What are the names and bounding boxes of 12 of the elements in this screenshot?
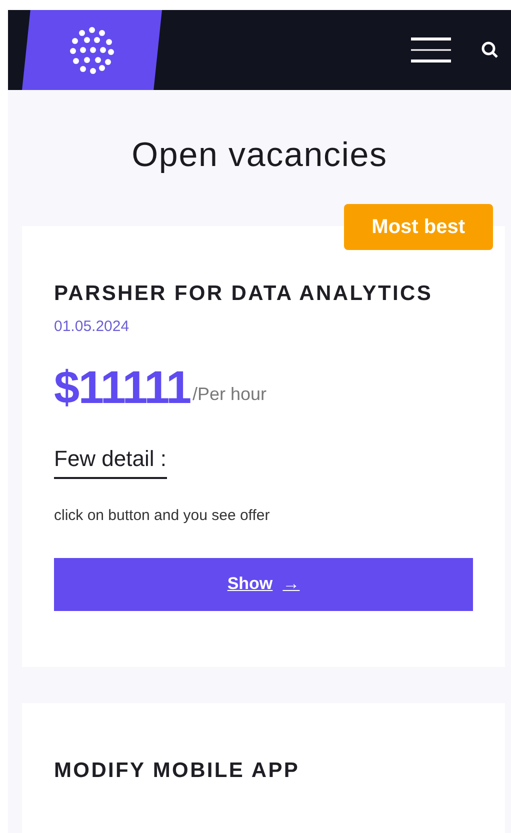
price: $11111: [54, 364, 190, 410]
search-icon[interactable]: [481, 41, 499, 59]
badge: Most best: [344, 204, 493, 250]
price-unit: /Per hour: [192, 383, 266, 406]
show-button[interactable]: Show →: [54, 558, 473, 610]
dotted-globe-icon: [67, 25, 117, 75]
job-title: PARSHER FOR DATA ANALYTICS: [54, 281, 434, 307]
job-date: 01.05.2024: [54, 316, 130, 336]
job-title: MODIFY MOBILE APP: [54, 758, 301, 784]
menu-icon[interactable]: [411, 37, 451, 63]
details-heading: Few detail :: [54, 442, 166, 479]
details-text: click on button and you see offer: [54, 506, 271, 526]
